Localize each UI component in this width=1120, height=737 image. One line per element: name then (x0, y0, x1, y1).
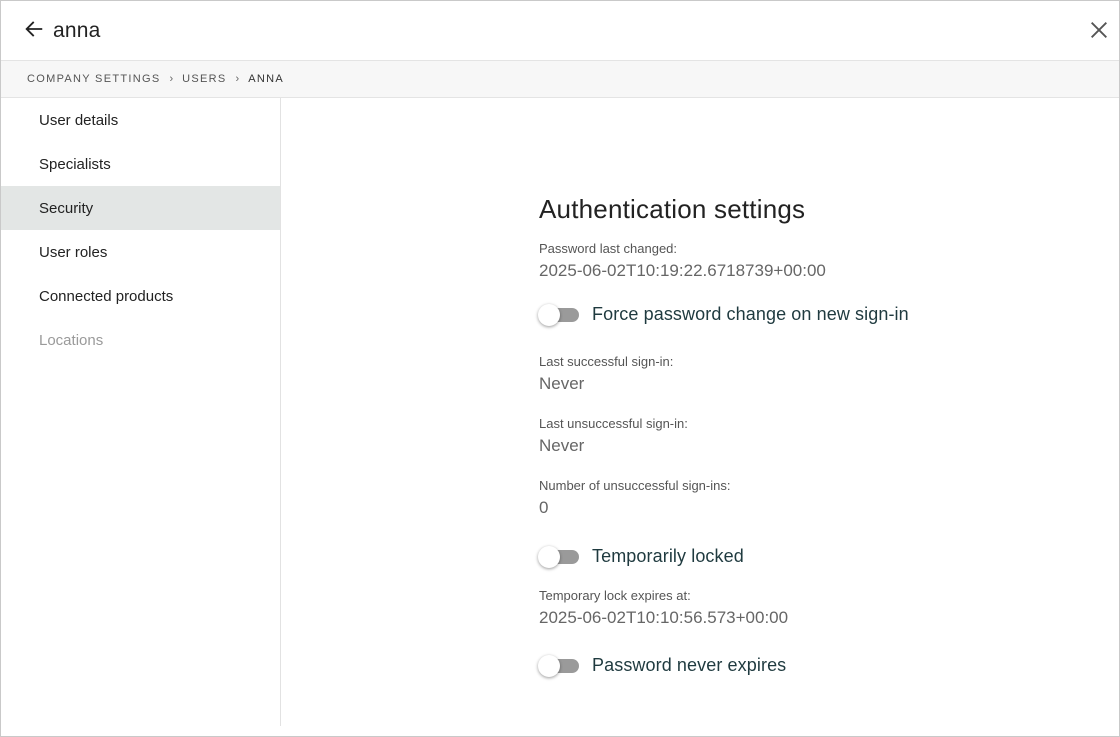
breadcrumb-company-settings[interactable]: COMPANY SETTINGS (27, 73, 160, 85)
password-last-changed-field: Password last changed: 2025-06-02T10:19:… (539, 241, 1039, 282)
breadcrumb-users[interactable]: USERS (182, 73, 226, 85)
toggle-label: Force password change on new sign-in (592, 303, 909, 324)
last-unsuccessful-signin-field: Last unsuccessful sign-in: Never (539, 416, 1039, 457)
field-value: Never (539, 374, 585, 393)
page-title: anna (53, 19, 101, 42)
unsuccessful-signins-count-field: Number of unsuccessful sign-ins: 0 (539, 478, 1039, 519)
sidebar-item-specialists[interactable]: Specialists (1, 142, 280, 186)
field-label: Last successful sign-in: (539, 354, 674, 369)
field-value: 2025-06-02T10:10:56.573+00:00 (539, 608, 789, 627)
password-never-expires-toggle[interactable] (538, 655, 579, 677)
sidebar-item-user-details[interactable]: User details (1, 98, 280, 142)
field-value: 0 (539, 498, 549, 517)
toggle-label: Password never expires (592, 654, 787, 675)
back-button[interactable]: anna (23, 17, 101, 45)
field-label: Password last changed: (539, 241, 678, 256)
toggle-label: Temporarily locked (592, 545, 744, 566)
sidebar-item-connected-products[interactable]: Connected products (1, 274, 280, 318)
arrow-left-icon (23, 18, 45, 45)
chevron-right-icon: › (235, 73, 240, 85)
authentication-settings-section: Authentication settings Password last ch… (538, 192, 1039, 680)
toggle-thumb (538, 546, 560, 568)
force-password-change-toggle[interactable] (538, 304, 579, 326)
field-label: Temporary lock expires at: (539, 588, 691, 603)
close-icon (1088, 22, 1110, 45)
toggle-thumb (538, 304, 560, 326)
close-button[interactable] (1088, 19, 1110, 41)
lock-expires-field: Temporary lock expires at: 2025-06-02T10… (539, 588, 1039, 629)
field-value: 2025-06-02T10:19:22.6718739+00:00 (539, 261, 826, 280)
password-never-expires-toggle-row[interactable]: Password never expires (538, 650, 1039, 680)
sidebar-item-locations: Locations (39, 331, 104, 349)
field-label: Last unsuccessful sign-in: (539, 416, 688, 431)
temporarily-locked-toggle-row[interactable]: Temporarily locked (538, 541, 1039, 571)
sidebar: User details Specialists Security User r… (1, 98, 281, 726)
field-value: Never (539, 436, 585, 455)
sidebar-item-security[interactable]: Security (1, 186, 280, 230)
force-password-change-toggle-row[interactable]: Force password change on new sign-in (538, 299, 1039, 329)
breadcrumb: COMPANY SETTINGS › USERS › ANNA (1, 61, 1119, 98)
settings-window: anna COMPANY SETTINGS › USERS › ANNA Use… (0, 0, 1120, 737)
last-successful-signin-field: Last successful sign-in: Never (539, 354, 1039, 395)
chevron-right-icon: › (169, 73, 174, 85)
toggle-thumb (538, 655, 560, 677)
sidebar-item-user-roles[interactable]: User roles (1, 230, 280, 274)
section-title: Authentication settings (539, 194, 806, 224)
temporarily-locked-toggle[interactable] (538, 546, 579, 568)
page-header: anna (1, 1, 1119, 61)
breadcrumb-current-user: ANNA (248, 73, 284, 85)
field-label: Number of unsuccessful sign-ins: (539, 478, 731, 493)
main-content: Authentication settings Password last ch… (282, 98, 1119, 736)
